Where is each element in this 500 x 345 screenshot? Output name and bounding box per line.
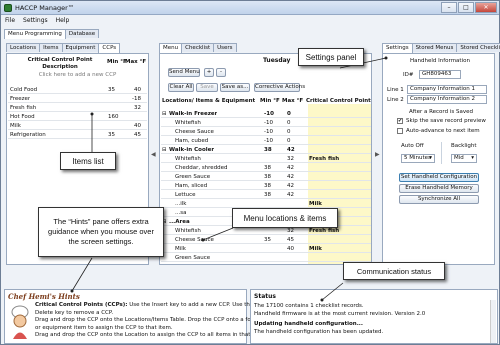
- hints-leader: [71, 257, 93, 292]
- callout-hints: The “Hints” pane offers extra guidance w…: [38, 207, 164, 257]
- callout-communication-status: Communication status: [343, 262, 445, 280]
- callout-leaders: [70, 56, 388, 302]
- callout-settings-panel: Settings panel: [298, 48, 364, 66]
- comm-leader: [321, 282, 344, 301]
- callout-menu-locations: Menu locations & items: [232, 208, 338, 228]
- menu-leader: [202, 227, 234, 241]
- callout-items-list: Items list: [60, 152, 116, 170]
